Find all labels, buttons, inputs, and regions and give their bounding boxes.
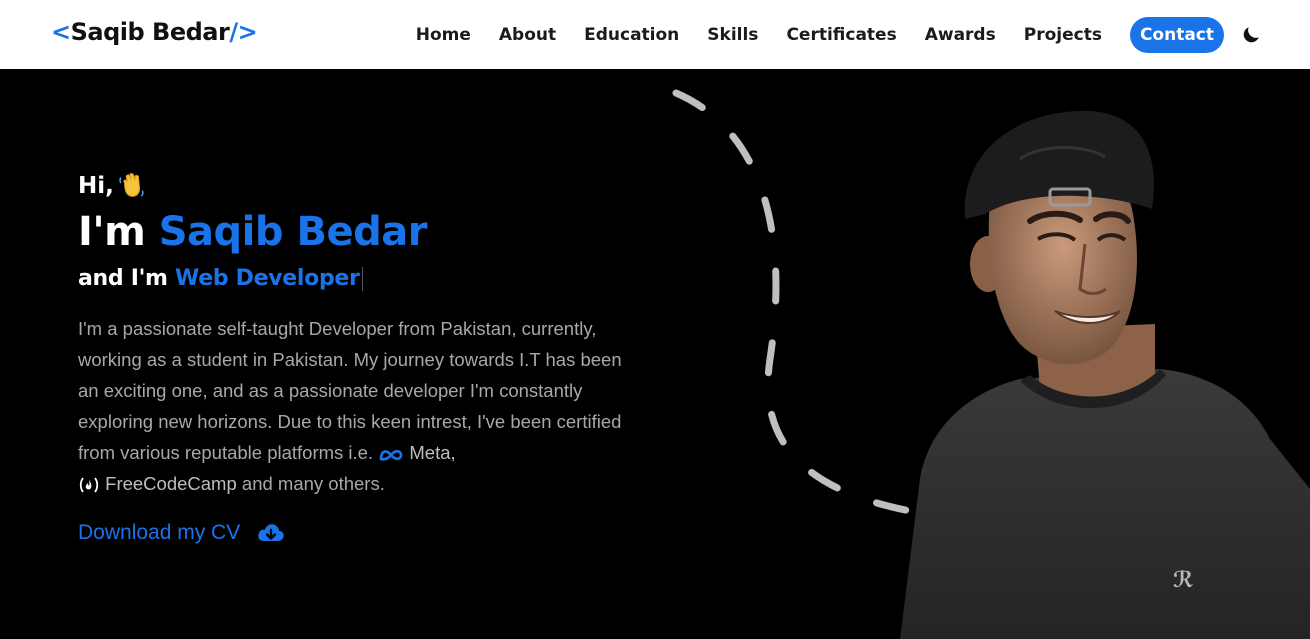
meta-logo-icon	[379, 449, 403, 461]
navbar: <Saqib Bedar/> Home About Education Skil…	[0, 0, 1310, 69]
nav-about[interactable]: About	[499, 17, 556, 53]
nav-links: Home About Education Skills Certificates…	[388, 17, 1224, 53]
nav-awards[interactable]: Awards	[925, 17, 996, 53]
contact-button[interactable]: Contact	[1129, 17, 1224, 53]
hero-section: ℛ Hi, I'm Saqib Bedar and I'm Web Develo…	[0, 69, 1310, 639]
site-logo[interactable]: <Saqib Bedar/>	[51, 18, 258, 46]
nav-education[interactable]: Education	[584, 17, 679, 53]
brand-meta: Meta,	[409, 442, 456, 463]
profile-photo: ℛ	[900, 110, 1310, 639]
waving-hand-icon	[119, 173, 144, 197]
bio-text-part1: I'm a passionate self-taught Developer f…	[78, 318, 622, 463]
typing-caret	[361, 267, 363, 291]
svg-text:ℛ: ℛ	[1173, 568, 1194, 593]
hero-role: and I'm Web Developer	[78, 266, 363, 291]
bio-paragraph: I'm a passionate self-taught Developer f…	[78, 313, 638, 499]
greeting-text: Hi,	[78, 173, 114, 199]
nav-certificates[interactable]: Certificates	[786, 17, 896, 53]
role-prefix: and I'm	[78, 266, 168, 291]
brand-freecodecamp: FreeCodeCamp	[105, 473, 237, 494]
logo-close-bracket: />	[229, 18, 258, 46]
nav-skills[interactable]: Skills	[707, 17, 758, 53]
bio-text-part2: and many others.	[241, 473, 385, 494]
download-cv-link[interactable]: Download my CV	[78, 521, 240, 545]
cloud-download-icon[interactable]	[256, 521, 286, 545]
logo-name: Saqib Bedar	[70, 18, 230, 46]
nav-home[interactable]: Home	[416, 17, 471, 53]
logo-open-bracket: <	[51, 18, 71, 46]
freecodecamp-icon	[79, 477, 99, 493]
moon-icon[interactable]	[1240, 24, 1262, 46]
hero-heading: I'm Saqib Bedar	[78, 209, 427, 255]
nav-projects[interactable]: Projects	[1024, 17, 1102, 53]
name-prefix: I'm	[78, 209, 146, 255]
role-typed-text: Web Developer	[175, 266, 360, 291]
hero-name: Saqib Bedar	[158, 209, 428, 255]
